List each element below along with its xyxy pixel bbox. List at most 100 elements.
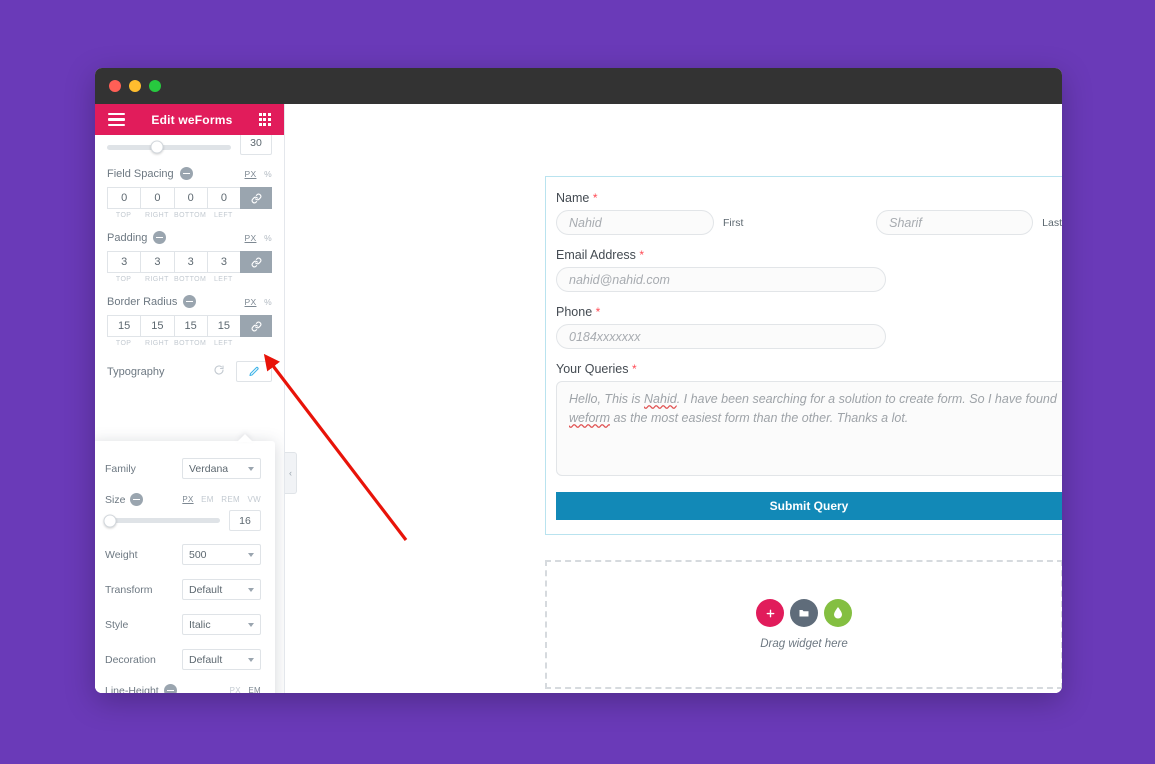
unit-rem[interactable]: REM	[221, 495, 240, 504]
reset-icon[interactable]	[213, 364, 225, 379]
unit-em[interactable]: EM	[201, 495, 214, 504]
phone-input[interactable]: 0184xxxxxxx	[556, 324, 886, 349]
unit-vw[interactable]: VW	[248, 495, 262, 504]
panel-collapse-handle[interactable]: ‹	[285, 452, 297, 494]
border-radius-right-input[interactable]: 15	[140, 315, 174, 337]
size-value-input[interactable]: 16	[229, 510, 261, 531]
unit-px[interactable]: PX	[245, 233, 257, 243]
unit-px[interactable]: PX	[182, 495, 193, 504]
chevron-down-icon	[248, 466, 254, 471]
padding-top-input[interactable]: 3	[107, 251, 141, 273]
maximize-window-button[interactable]	[149, 80, 161, 92]
drag-widget-zone[interactable]: Drag widget here	[545, 560, 1062, 689]
field-spacing-left-input[interactable]: 0	[206, 187, 240, 209]
typography-edit-button[interactable]	[236, 361, 272, 382]
field-spacing-sublabels: TOP RIGHT BOTTOM LEFT	[107, 212, 272, 219]
queries-textarea[interactable]: Hello, This is Nahid. I have been search…	[556, 381, 1062, 476]
sublabel-spacer	[240, 340, 272, 347]
queries-text-3: as the most easiest form than the other.…	[609, 411, 909, 426]
editor-panel-body[interactable]: 30 Field Spacing PX % 0 0 0 0 TOP RIGHT …	[95, 135, 284, 693]
family-label: Family	[105, 462, 136, 475]
line-height-label-text: Line-Height	[105, 684, 159, 694]
hamburger-menu-icon[interactable]	[108, 112, 125, 127]
field-spacing-bottom-input[interactable]: 0	[173, 187, 207, 209]
field-spacing-label: Field Spacing	[107, 167, 193, 180]
unit-percent[interactable]: %	[264, 233, 272, 243]
unit-px[interactable]: PX	[230, 686, 241, 693]
info-icon[interactable]	[179, 167, 193, 180]
info-icon[interactable]	[130, 493, 144, 506]
chevron-down-icon	[248, 622, 254, 627]
first-name-input[interactable]: Nahid	[556, 210, 714, 235]
name-inputs-row: Nahid First Sharif Last	[556, 210, 1062, 235]
decoration-select[interactable]: Default	[182, 649, 261, 670]
style-select[interactable]: Italic	[182, 614, 261, 635]
size-label-text: Size	[105, 493, 126, 506]
editor-panel-title: Edit weForms	[151, 112, 233, 127]
link-icon[interactable]	[240, 315, 272, 337]
border-radius-inputs: 15 15 15 15	[107, 315, 272, 337]
weform-preview[interactable]: Name * Nahid First Sharif Last Email Add…	[545, 176, 1062, 535]
size-slider-knob[interactable]	[103, 514, 117, 527]
last-name-input[interactable]: Sharif	[876, 210, 1034, 235]
size-slider-track[interactable]	[103, 514, 220, 527]
unit-percent[interactable]: %	[264, 169, 272, 179]
grid-icon[interactable]	[258, 113, 271, 126]
queries-text-1: Hello, This is	[569, 392, 645, 406]
submit-query-label: Submit Query	[769, 499, 849, 513]
sublabel-top: TOP	[115, 340, 132, 347]
link-icon[interactable]	[240, 251, 272, 273]
queries-misspelled-1: Nahid	[644, 392, 677, 406]
last-name-sublabel: Last	[1042, 216, 1062, 229]
border-radius-sublabels: TOP RIGHT BOTTOM LEFT	[107, 340, 272, 347]
family-select[interactable]: Verdana	[182, 458, 261, 479]
top-slider-track[interactable]	[107, 140, 231, 154]
unit-px[interactable]: PX	[245, 169, 257, 179]
border-radius-left-input[interactable]: 15	[206, 315, 240, 337]
link-icon[interactable]	[240, 187, 272, 209]
close-window-button[interactable]	[109, 80, 121, 92]
padding-right-input[interactable]: 3	[140, 251, 174, 273]
minimize-window-button[interactable]	[129, 80, 141, 92]
padding-unit-toggle[interactable]: PX %	[240, 233, 272, 243]
email-input[interactable]: nahid@nahid.com	[556, 267, 886, 292]
field-spacing-inputs: 0 0 0 0	[107, 187, 272, 209]
line-height-label: Line-Height	[105, 684, 225, 693]
size-label: Size	[105, 493, 177, 506]
sublabel-top: TOP	[115, 212, 132, 219]
unit-em[interactable]: EM	[248, 686, 261, 693]
sublabel-left: LEFT	[214, 340, 233, 347]
field-spacing-unit-toggle[interactable]: PX %	[240, 169, 272, 179]
line-height-unit-toggle[interactable]: PX EM	[225, 686, 261, 693]
sublabel-bottom: BOTTOM	[174, 340, 207, 347]
border-radius-top-input[interactable]: 15	[107, 315, 141, 337]
submit-query-button[interactable]: Submit Query	[556, 492, 1062, 520]
transform-label: Transform	[105, 583, 153, 596]
folder-icon[interactable]	[790, 599, 818, 627]
browser-window: Edit weForms 30 Field Spacing PX % 0 0 0…	[95, 68, 1062, 693]
top-slider-knob[interactable]	[150, 140, 164, 154]
field-spacing-top-input[interactable]: 0	[107, 187, 141, 209]
add-widget-button[interactable]	[756, 599, 784, 627]
field-spacing-right-input[interactable]: 0	[140, 187, 174, 209]
border-radius-unit-toggle[interactable]: PX %	[240, 297, 272, 307]
info-icon[interactable]	[183, 295, 197, 308]
drop-icon[interactable]	[824, 599, 852, 627]
transform-value: Default	[189, 583, 223, 596]
top-slider-value[interactable]: 30	[240, 135, 272, 155]
info-icon[interactable]	[153, 231, 167, 244]
unit-percent[interactable]: %	[264, 297, 272, 307]
weight-select[interactable]: 500	[182, 544, 261, 565]
queries-misspelled-2: weform	[569, 411, 610, 426]
unit-px[interactable]: PX	[245, 297, 257, 307]
top-slider-row: 30	[95, 135, 284, 155]
padding-bottom-input[interactable]: 3	[173, 251, 207, 273]
info-icon[interactable]	[163, 684, 177, 693]
size-unit-toggle[interactable]: PX EM REM VW	[177, 495, 261, 504]
required-marker: *	[592, 191, 598, 205]
sublabel-right: RIGHT	[144, 276, 169, 283]
queries-label-text: Your Queries	[556, 362, 629, 376]
padding-left-input[interactable]: 3	[206, 251, 240, 273]
transform-select[interactable]: Default	[182, 579, 261, 600]
border-radius-bottom-input[interactable]: 15	[173, 315, 207, 337]
